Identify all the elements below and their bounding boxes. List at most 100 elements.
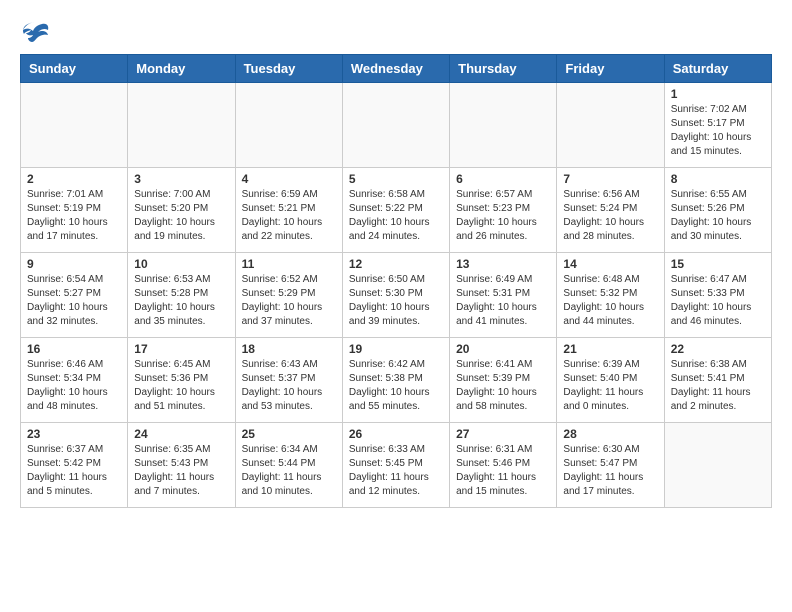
- calendar-cell: 8 Sunrise: 6:55 AM Sunset: 5:26 PM Daylig…: [664, 168, 771, 253]
- calendar-cell: 16 Sunrise: 6:46 AM Sunset: 5:34 PM Dayli…: [21, 338, 128, 423]
- day-info: Sunrise: 6:57 AM Sunset: 5:23 PM Dayligh…: [456, 188, 550, 244]
- calendar-cell: 26 Sunrise: 6:33 AM Sunset: 5:45 PM Dayli…: [342, 423, 449, 508]
- calendar-cell: 9 Sunrise: 6:54 AM Sunset: 5:27 PM Daylig…: [21, 253, 128, 338]
- day-info: Sunrise: 6:33 AM Sunset: 5:45 PM Dayligh…: [349, 443, 443, 499]
- calendar-cell: 14 Sunrise: 6:48 AM Sunset: 5:32 PM Dayli…: [557, 253, 664, 338]
- week-row-3: 9 Sunrise: 6:54 AM Sunset: 5:27 PM Daylig…: [21, 253, 772, 338]
- day-info: Sunrise: 6:46 AM Sunset: 5:34 PM Dayligh…: [27, 358, 121, 414]
- day-info: Sunrise: 6:43 AM Sunset: 5:37 PM Dayligh…: [242, 358, 336, 414]
- day-number: 20: [456, 342, 550, 356]
- day-number: 27: [456, 427, 550, 441]
- calendar-cell: 23 Sunrise: 6:37 AM Sunset: 5:42 PM Dayli…: [21, 423, 128, 508]
- calendar-cell: 24 Sunrise: 6:35 AM Sunset: 5:43 PM Dayli…: [128, 423, 235, 508]
- calendar-cell: [21, 83, 128, 168]
- calendar-cell: 28Sunrise: 6:30 AM Sunset: 5:47 PM Dayli…: [557, 423, 664, 508]
- day-number: 18: [242, 342, 336, 356]
- calendar-cell: [664, 423, 771, 508]
- calendar-cell: 5 Sunrise: 6:58 AM Sunset: 5:22 PM Daylig…: [342, 168, 449, 253]
- logo-icon: [20, 20, 50, 44]
- day-info: Sunrise: 6:37 AM Sunset: 5:42 PM Dayligh…: [27, 443, 121, 499]
- calendar-cell: 20 Sunrise: 6:41 AM Sunset: 5:39 PM Dayli…: [450, 338, 557, 423]
- day-number: 7: [563, 172, 657, 186]
- day-number: 2: [27, 172, 121, 186]
- day-info: Sunrise: 6:34 AM Sunset: 5:44 PM Dayligh…: [242, 443, 336, 499]
- week-row-1: 1 Sunrise: 7:02 AM Sunset: 5:17 PM Daylig…: [21, 83, 772, 168]
- logo: [20, 20, 54, 44]
- day-number: 4: [242, 172, 336, 186]
- calendar-cell: 2 Sunrise: 7:01 AM Sunset: 5:19 PM Daylig…: [21, 168, 128, 253]
- weekday-header-saturday: Saturday: [664, 55, 771, 83]
- calendar-table: SundayMondayTuesdayWednesdayThursdayFrid…: [20, 54, 772, 508]
- day-info: Sunrise: 6:52 AM Sunset: 5:29 PM Dayligh…: [242, 273, 336, 329]
- calendar-cell: 25 Sunrise: 6:34 AM Sunset: 5:44 PM Dayli…: [235, 423, 342, 508]
- calendar-cell: 3 Sunrise: 7:00 AM Sunset: 5:20 PM Daylig…: [128, 168, 235, 253]
- calendar-cell: 6 Sunrise: 6:57 AM Sunset: 5:23 PM Daylig…: [450, 168, 557, 253]
- week-row-2: 2 Sunrise: 7:01 AM Sunset: 5:19 PM Daylig…: [21, 168, 772, 253]
- day-number: 8: [671, 172, 765, 186]
- day-info: Sunrise: 6:55 AM Sunset: 5:26 PM Dayligh…: [671, 188, 765, 244]
- day-number: 17: [134, 342, 228, 356]
- day-info: Sunrise: 6:47 AM Sunset: 5:33 PM Dayligh…: [671, 273, 765, 329]
- day-number: 23: [27, 427, 121, 441]
- day-info: Sunrise: 6:41 AM Sunset: 5:39 PM Dayligh…: [456, 358, 550, 414]
- day-info: Sunrise: 6:38 AM Sunset: 5:41 PM Dayligh…: [671, 358, 765, 414]
- calendar-cell: [342, 83, 449, 168]
- day-number: 10: [134, 257, 228, 271]
- day-info: Sunrise: 7:02 AM Sunset: 5:17 PM Dayligh…: [671, 103, 765, 159]
- day-number: 1: [671, 87, 765, 101]
- day-number: 9: [27, 257, 121, 271]
- calendar-cell: 22Sunrise: 6:38 AM Sunset: 5:41 PM Dayli…: [664, 338, 771, 423]
- calendar-cell: 18 Sunrise: 6:43 AM Sunset: 5:37 PM Dayli…: [235, 338, 342, 423]
- calendar-cell: [450, 83, 557, 168]
- calendar-cell: 10 Sunrise: 6:53 AM Sunset: 5:28 PM Dayli…: [128, 253, 235, 338]
- calendar-cell: 12 Sunrise: 6:50 AM Sunset: 5:30 PM Dayli…: [342, 253, 449, 338]
- day-number: 24: [134, 427, 228, 441]
- day-info: Sunrise: 6:35 AM Sunset: 5:43 PM Dayligh…: [134, 443, 228, 499]
- calendar-cell: 4 Sunrise: 6:59 AM Sunset: 5:21 PM Daylig…: [235, 168, 342, 253]
- day-info: Sunrise: 6:42 AM Sunset: 5:38 PM Dayligh…: [349, 358, 443, 414]
- day-info: Sunrise: 7:00 AM Sunset: 5:20 PM Dayligh…: [134, 188, 228, 244]
- day-info: Sunrise: 6:45 AM Sunset: 5:36 PM Dayligh…: [134, 358, 228, 414]
- day-number: 26: [349, 427, 443, 441]
- day-number: 6: [456, 172, 550, 186]
- weekday-header-sunday: Sunday: [21, 55, 128, 83]
- day-info: Sunrise: 6:31 AM Sunset: 5:46 PM Dayligh…: [456, 443, 550, 499]
- calendar-cell: 11 Sunrise: 6:52 AM Sunset: 5:29 PM Dayli…: [235, 253, 342, 338]
- day-info: Sunrise: 7:01 AM Sunset: 5:19 PM Dayligh…: [27, 188, 121, 244]
- calendar-cell: [235, 83, 342, 168]
- calendar-cell: 15 Sunrise: 6:47 AM Sunset: 5:33 PM Dayli…: [664, 253, 771, 338]
- day-number: 21: [563, 342, 657, 356]
- weekday-header-wednesday: Wednesday: [342, 55, 449, 83]
- day-number: 16: [27, 342, 121, 356]
- calendar-cell: 21 Sunrise: 6:39 AM Sunset: 5:40 PM Dayli…: [557, 338, 664, 423]
- calendar-cell: [557, 83, 664, 168]
- day-info: Sunrise: 6:48 AM Sunset: 5:32 PM Dayligh…: [563, 273, 657, 329]
- calendar-cell: 19 Sunrise: 6:42 AM Sunset: 5:38 PM Dayli…: [342, 338, 449, 423]
- calendar-cell: 1 Sunrise: 7:02 AM Sunset: 5:17 PM Daylig…: [664, 83, 771, 168]
- calendar-header-row: SundayMondayTuesdayWednesdayThursdayFrid…: [21, 55, 772, 83]
- calendar-cell: 13Sunrise: 6:49 AM Sunset: 5:31 PM Dayli…: [450, 253, 557, 338]
- day-info: Sunrise: 6:30 AM Sunset: 5:47 PM Dayligh…: [563, 443, 657, 499]
- day-number: 11: [242, 257, 336, 271]
- page-header: [20, 20, 772, 44]
- day-info: Sunrise: 6:50 AM Sunset: 5:30 PM Dayligh…: [349, 273, 443, 329]
- day-number: 25: [242, 427, 336, 441]
- day-info: Sunrise: 6:56 AM Sunset: 5:24 PM Dayligh…: [563, 188, 657, 244]
- weekday-header-friday: Friday: [557, 55, 664, 83]
- day-info: Sunrise: 6:49 AM Sunset: 5:31 PM Dayligh…: [456, 273, 550, 329]
- weekday-header-monday: Monday: [128, 55, 235, 83]
- day-info: Sunrise: 6:58 AM Sunset: 5:22 PM Dayligh…: [349, 188, 443, 244]
- day-number: 14: [563, 257, 657, 271]
- calendar-cell: 27 Sunrise: 6:31 AM Sunset: 5:46 PM Dayli…: [450, 423, 557, 508]
- day-number: 19: [349, 342, 443, 356]
- day-number: 12: [349, 257, 443, 271]
- week-row-5: 23 Sunrise: 6:37 AM Sunset: 5:42 PM Dayli…: [21, 423, 772, 508]
- day-info: Sunrise: 6:53 AM Sunset: 5:28 PM Dayligh…: [134, 273, 228, 329]
- day-number: 15: [671, 257, 765, 271]
- day-number: 3: [134, 172, 228, 186]
- day-info: Sunrise: 6:54 AM Sunset: 5:27 PM Dayligh…: [27, 273, 121, 329]
- day-number: 5: [349, 172, 443, 186]
- weekday-header-thursday: Thursday: [450, 55, 557, 83]
- day-info: Sunrise: 6:59 AM Sunset: 5:21 PM Dayligh…: [242, 188, 336, 244]
- day-info: Sunrise: 6:39 AM Sunset: 5:40 PM Dayligh…: [563, 358, 657, 414]
